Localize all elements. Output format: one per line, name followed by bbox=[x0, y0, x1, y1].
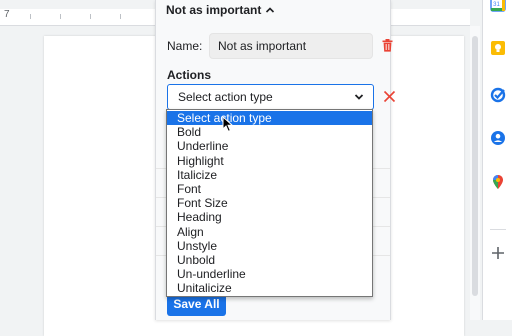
keep-icon[interactable] bbox=[490, 40, 506, 56]
ruler-tick bbox=[60, 14, 61, 19]
dropdown-option[interactable]: Unbold bbox=[167, 253, 372, 267]
rule-header[interactable]: Not as important bbox=[166, 3, 275, 17]
dropdown-option[interactable]: Select action type bbox=[167, 111, 372, 126]
ruler-tick bbox=[30, 14, 31, 19]
dropdown-option[interactable]: Align bbox=[167, 225, 372, 239]
ruler-mark: 7 bbox=[4, 9, 10, 20]
dropdown-option[interactable]: Italicize bbox=[167, 168, 372, 182]
actions-label: Actions bbox=[167, 68, 212, 82]
dropdown-option[interactable]: Highlight bbox=[167, 154, 372, 168]
tasks-icon[interactable] bbox=[490, 87, 506, 103]
action-type-value: Select action type bbox=[178, 90, 273, 104]
side-divider bbox=[490, 229, 506, 230]
chevron-down-icon bbox=[354, 94, 364, 100]
name-input[interactable] bbox=[209, 33, 373, 59]
dropdown-option[interactable]: Font bbox=[167, 182, 372, 196]
trash-icon[interactable] bbox=[382, 39, 393, 52]
document-scrollbar[interactable] bbox=[470, 26, 480, 320]
ruler-tick bbox=[120, 14, 121, 19]
dropdown-option[interactable]: Unitalicize bbox=[167, 281, 372, 295]
rule-title: Not as important bbox=[166, 3, 262, 17]
add-icon[interactable] bbox=[490, 245, 506, 261]
dropdown-option[interactable]: Unstyle bbox=[167, 239, 372, 253]
dropdown-option[interactable]: Font Size bbox=[167, 196, 372, 210]
ruler-tick bbox=[90, 14, 91, 19]
mouse-cursor-icon bbox=[222, 116, 234, 132]
dropdown-option[interactable]: Heading bbox=[167, 210, 372, 224]
action-type-select[interactable]: Select action type bbox=[167, 84, 374, 110]
remove-action-icon[interactable] bbox=[383, 90, 396, 103]
action-type-dropdown[interactable]: Select action type Bold Underline Highlight… bbox=[166, 109, 373, 297]
name-label: Name: bbox=[167, 39, 203, 53]
dropdown-option[interactable]: Bold bbox=[167, 125, 372, 139]
scrollbar-thumb[interactable] bbox=[472, 36, 478, 296]
dropdown-option[interactable]: Underline bbox=[167, 139, 372, 153]
contacts-icon[interactable] bbox=[490, 130, 506, 146]
chevron-up-icon bbox=[266, 7, 275, 13]
calendar-day: 31 bbox=[493, 2, 500, 8]
calendar-icon[interactable]: 31 bbox=[490, 0, 506, 12]
dropdown-option[interactable]: Un-underline bbox=[167, 267, 372, 281]
side-panel: 31 bbox=[482, 0, 512, 320]
maps-icon[interactable] bbox=[490, 174, 506, 190]
